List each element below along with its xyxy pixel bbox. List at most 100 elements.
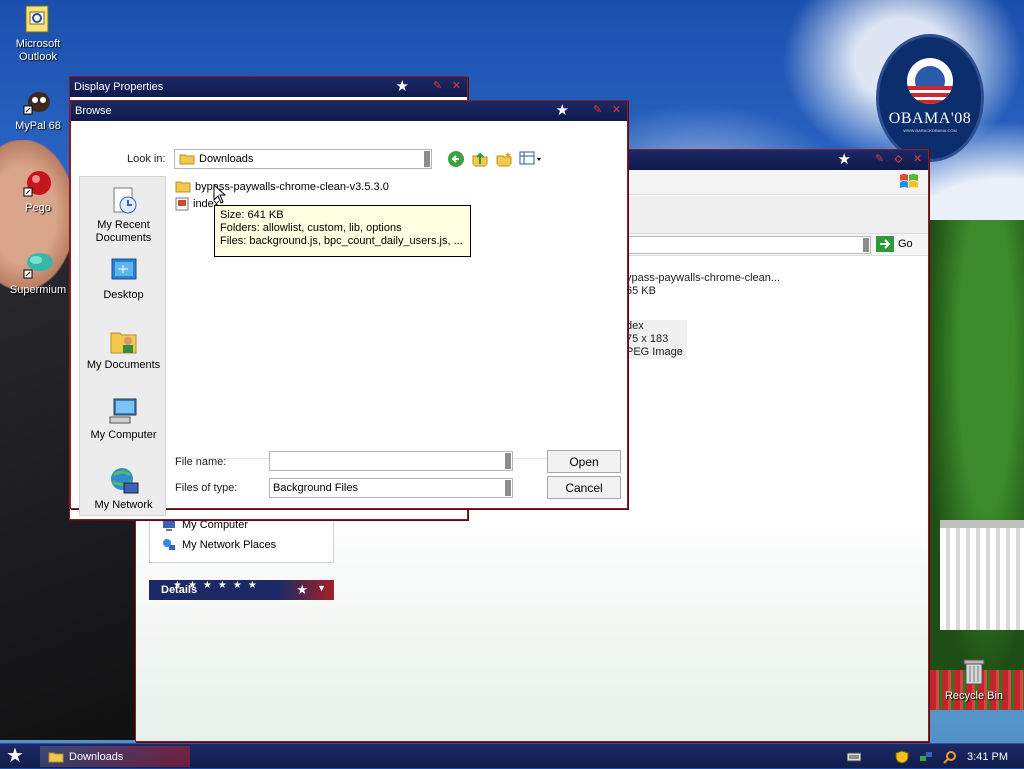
close-icon[interactable]: ✕ [610, 104, 623, 117]
obama-badge-url: WWW.BARACKOBAMA.COM [903, 127, 957, 133]
task-my-network-places[interactable]: My Network Places [150, 535, 333, 555]
place-my-computer[interactable]: My Computer [80, 395, 167, 442]
desktop-icon-mypal[interactable]: MyPal 68 [0, 86, 76, 133]
taskbar: ★ Downloads 3:41 PM [0, 743, 1024, 768]
folder-icon [179, 154, 195, 165]
go-button[interactable]: Go [876, 236, 913, 252]
file-name-dropdown-thumb[interactable] [505, 453, 511, 469]
open-button[interactable]: Open [547, 450, 621, 473]
network-icon [163, 539, 175, 550]
file-row-folder[interactable]: bypass-paywalls-chrome-clean-v3.5.3.0 [175, 180, 389, 193]
file-name-label: File name: [175, 456, 227, 468]
explorer-item-folder-size: 65 KB [626, 285, 656, 297]
star-icon: ★ [555, 102, 569, 119]
maximize-icon[interactable]: ⬦ [892, 153, 905, 166]
place-my-network-label: My Network [94, 499, 153, 511]
display-properties-title: Display Properties [74, 81, 164, 93]
keyboard-icon[interactable] [847, 750, 862, 764]
star-icon: ★ [296, 582, 308, 597]
browse-title: Browse [75, 105, 112, 117]
recent-documents-icon [108, 185, 140, 217]
look-in-dropdown-thumb[interactable] [424, 151, 430, 167]
place-my-documents[interactable]: My Documents [80, 325, 167, 372]
stars-decoration-icon: ★★★★★★ [173, 580, 263, 591]
place-my-computer-label: My Computer [90, 429, 157, 441]
close-icon[interactable]: ✕ [911, 153, 924, 166]
file-name-input[interactable] [269, 451, 513, 471]
supermium-icon [22, 250, 54, 282]
look-in-label: Look in: [127, 153, 166, 165]
my-computer-icon [108, 395, 140, 427]
browse-dialog[interactable]: Browse ★ ✎ ✕ Look in: Downloads My Recen… [70, 100, 628, 516]
desktop-icon-outlook[interactable]: Microsoft Outlook [0, 4, 76, 64]
obama-logo-icon [907, 57, 953, 104]
obama-badge: OBAMA'08 WWW.BARACKOBAMA.COM [876, 34, 984, 162]
explorer-item-index-name: dex [626, 320, 644, 332]
browse-title-controls: ★ ✎ ✕ [555, 102, 623, 119]
start-button-star-icon[interactable]: ★ [6, 746, 24, 766]
chevron-down-icon[interactable]: ▼ [317, 583, 326, 593]
help-icon[interactable]: ✎ [591, 104, 604, 117]
desktop-icon-recycle-bin-label: Recycle Bin [944, 690, 1004, 702]
look-in-value: Downloads [199, 153, 254, 165]
tooltip-size: Size: 641 KB [220, 209, 284, 221]
explorer-item-folder-name: ypass-paywalls-chrome-clean... [626, 272, 781, 284]
files-of-type-label: Files of type: [175, 482, 238, 494]
look-in-select[interactable]: Downloads [174, 149, 432, 169]
browse-nav-toolbar [447, 150, 543, 168]
explorer-item-index-dims: 75 x 183 [626, 333, 669, 345]
files-of-type-select[interactable]: Background Files [269, 478, 513, 498]
pego-icon [22, 168, 54, 200]
place-my-recent-documents-line2: Documents [95, 232, 152, 244]
my-documents-icon [108, 325, 140, 357]
mouse-cursor-icon [213, 184, 227, 204]
mypal-icon [22, 86, 54, 118]
explorer-item-folder[interactable]: ypass-paywalls-chrome-clean... 65 KB [626, 272, 780, 298]
explorer-title-controls: ★ ✎ ⬦ ✕ [838, 152, 924, 167]
desktop-icon-pego-label: Pego [25, 202, 51, 214]
wallpaper-house [940, 520, 1024, 630]
close-icon[interactable]: ✕ [450, 80, 463, 93]
security-shield-icon[interactable] [895, 749, 909, 764]
obama-badge-text: OBAMA'08 [888, 109, 972, 127]
place-my-recent-documents[interactable]: My Recent Documents [80, 185, 167, 245]
windows-logo-icon [900, 174, 918, 188]
system-tray: 3:41 PM [847, 744, 1024, 769]
taskbar-button-downloads[interactable]: Downloads [40, 746, 190, 767]
search-icon[interactable] [943, 750, 957, 764]
file-tooltip: Size: 641 KB Folders: allowlist, custom,… [214, 205, 471, 257]
clock[interactable]: 3:41 PM [967, 751, 1008, 763]
address-dropdown-thumb[interactable] [863, 238, 869, 252]
display-properties-titlebar[interactable]: Display Properties ★ ✎ ✕ [70, 77, 467, 97]
explorer-other-places: My Computer My Network Places [149, 515, 334, 563]
up-folder-icon[interactable] [471, 150, 489, 168]
desktop-icon-recycle-bin[interactable]: Recycle Bin [936, 656, 1012, 703]
place-desktop[interactable]: Desktop [80, 255, 167, 302]
desktop-icon-supermium[interactable]: Supermium [0, 250, 76, 297]
network-status-icon[interactable] [919, 750, 933, 764]
help-icon[interactable]: ✎ [431, 80, 444, 93]
folder-icon [175, 181, 191, 193]
desktop-icon-pego[interactable]: Pego [0, 168, 76, 215]
explorer-item-index-type: PEG Image [626, 346, 683, 358]
task-my-network-places-label: My Network Places [182, 539, 277, 551]
place-my-network[interactable]: My Network [80, 465, 167, 512]
go-label: Go [898, 238, 913, 250]
explorer-item-index[interactable]: dex 75 x 183 PEG Image [626, 320, 687, 359]
cancel-button[interactable]: Cancel [547, 476, 621, 499]
desktop-icon-supermium-label: Supermium [9, 284, 67, 296]
place-my-recent-documents-line1: My Recent [97, 219, 150, 231]
browse-titlebar[interactable]: Browse ★ ✎ ✕ [71, 101, 627, 121]
files-of-type-value: Background Files [273, 482, 358, 494]
new-folder-icon[interactable] [495, 150, 513, 168]
details-header[interactable]: Details ★★★★★★ ★ ▼ [149, 580, 334, 600]
my-network-icon [108, 465, 140, 497]
minimize-icon[interactable]: ✎ [873, 153, 886, 166]
desktop-icon [108, 255, 140, 287]
views-menu-icon[interactable] [519, 150, 543, 168]
computer-icon [163, 519, 175, 531]
files-of-type-dropdown-thumb[interactable] [505, 480, 511, 496]
image-file-icon [175, 197, 189, 211]
back-icon[interactable] [447, 150, 465, 168]
taskbar-button-downloads-label: Downloads [69, 750, 124, 763]
